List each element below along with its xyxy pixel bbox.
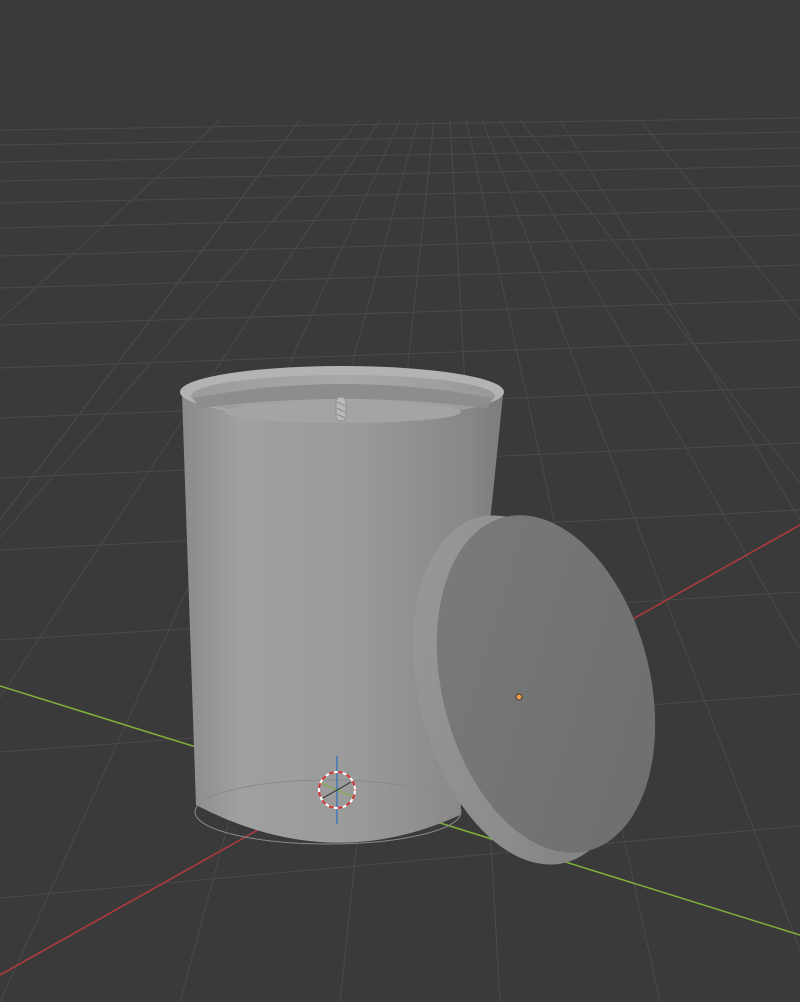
viewport-scene[interactable] [0,0,800,1002]
3d-viewport[interactable] [0,0,800,1002]
lid-origin-point [515,693,523,701]
